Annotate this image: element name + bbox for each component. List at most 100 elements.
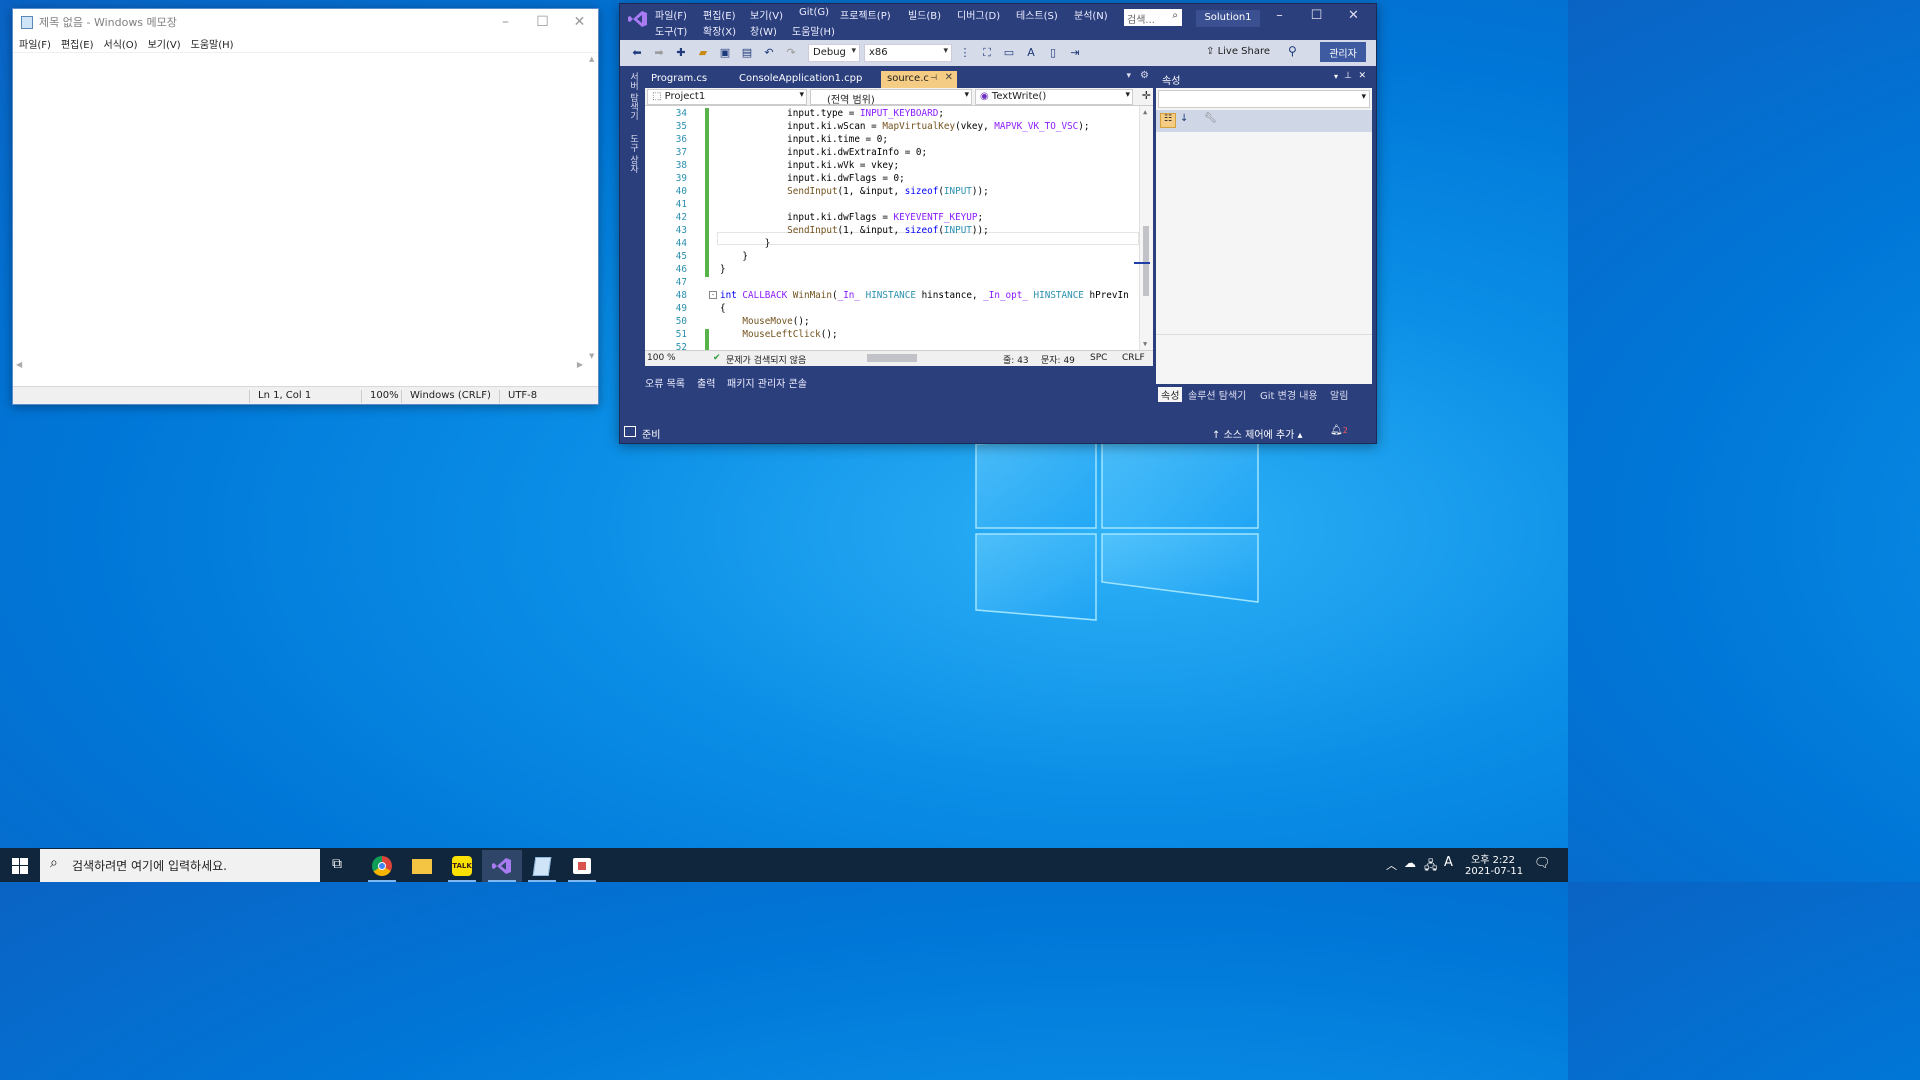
notification-bell-icon[interactable]: 🔔︎2 [1330,425,1348,436]
chrome-app[interactable] [362,850,402,882]
tab-error-list[interactable]: 오류 목록 [645,375,685,390]
taskbar-search-input[interactable]: ⌕ 검색하려면 여기에 입력하세요. [40,849,320,882]
member-dropdown[interactable]: ◉ TextWrite() [975,89,1133,105]
vs-menu-tools[interactable]: 도구(T) [655,23,687,38]
clock-date[interactable]: 2021-07-11 [1465,866,1523,877]
menu-format[interactable]: 서식(O) [104,36,138,51]
code-line[interactable]: 49 { [645,303,1139,316]
vs-menu-test[interactable]: 테스트(S) [1016,7,1058,22]
alphabetical-icon[interactable]: ↓ [1180,113,1188,124]
network-icon[interactable]: 🖧︎ [1424,856,1437,877]
menu-edit[interactable]: 편집(E) [61,36,94,51]
tab-program-cs[interactable]: Program.cs [645,71,713,88]
file-explorer-app[interactable] [402,850,442,882]
properties-object-dropdown[interactable]: ▾ [1158,90,1370,108]
code-line[interactable]: 50 MouseMove(); [645,316,1139,329]
editor-vertical-scrollbar[interactable]: ▲ ▼ [1134,106,1153,350]
tab-overflow-icon[interactable]: ▾ [1126,71,1131,81]
server-explorer-tab[interactable]: 서버 탐색기 [627,72,640,120]
format-icon[interactable]: A [1024,46,1038,60]
kakaotalk-app[interactable]: TALK [442,850,482,882]
ime-indicator[interactable]: A [1444,855,1453,870]
vs-menu-analyze[interactable]: 분석(N) [1074,7,1108,22]
code-line[interactable]: 42 input.ki.dwFlags = KEYEVENTF_KEYUP; [645,212,1139,225]
panel-close-icon[interactable]: ✕ [1358,71,1366,81]
configuration-dropdown[interactable]: Debug [808,44,860,62]
vertical-scrollbar[interactable]: ▲ ▼ [586,53,598,362]
back-icon[interactable]: ⬅ [630,46,644,60]
vs-menu-build[interactable]: 빌드(B) [908,7,941,22]
pin-icon[interactable]: ⊣ [930,73,937,82]
redo-icon[interactable]: ↷ [784,46,798,60]
code-line[interactable]: 41 [645,199,1139,212]
code-line[interactable]: 43 SendInput(1, &input, sizeof(INPUT)); [645,225,1139,238]
tray-chevron-icon[interactable]: ︿ [1386,857,1397,873]
scope-dropdown[interactable]: (전역 범위) [810,89,972,106]
vs-minimize-button[interactable]: – [1261,8,1298,23]
code-line[interactable]: 48 - int CALLBACK WinMain(_In_ HINSTANCE h… [645,290,1139,303]
tab-close-icon[interactable]: ✕ [945,72,953,83]
notepad-titlebar[interactable]: 제목 없음 - Windows 메모장 – ☐ ✕ [13,9,598,35]
code-line[interactable]: 51 MouseLeftClick(); [645,329,1139,342]
add-to-source-control-button[interactable]: ↑ 소스 제어에 추가 ▴ [1212,426,1303,441]
tab-notifications[interactable]: 알림 [1330,387,1348,402]
maximize-button[interactable]: ☐ [524,9,561,35]
task-view-icon[interactable]: ⧉ [332,856,342,872]
project-dropdown[interactable]: ⬚ Project1 [647,89,807,105]
tab-git-changes[interactable]: Git 변경 내용 [1260,387,1318,402]
save-all-icon[interactable]: ▤ [740,46,754,60]
vs-menu-git[interactable]: Git(G) [799,7,829,18]
collapse-icon[interactable]: - [709,291,717,299]
tab-settings-icon[interactable]: ⚙ [1140,70,1149,81]
code-line[interactable]: 45 } [645,251,1139,264]
code-line[interactable]: 38 input.ki.wVk = vkey; [645,160,1139,173]
menu-help[interactable]: 도움말(H) [191,36,234,51]
tab-package-manager-console[interactable]: 패키지 관리자 콘솔 [727,375,807,390]
clock-time[interactable]: 오후 2:22 [1471,851,1515,866]
toolbox-tab[interactable]: 도구 상자 [627,134,640,173]
tab-properties[interactable]: 속성 [1158,387,1183,402]
vs-menu-view[interactable]: 보기(V) [750,7,783,22]
code-line[interactable]: 40 SendInput(1, &input, sizeof(INPUT)); [645,186,1139,199]
code-line[interactable]: 46} [645,264,1139,277]
step-icon[interactable]: ⋮ [958,46,972,60]
minimize-button[interactable]: – [487,9,524,35]
vs-menu-project[interactable]: 프로젝트(P) [840,7,891,22]
vs-menu-extensions[interactable]: 확장(X) [703,23,736,38]
notepad-text-area[interactable]: ▲ ▼ ◀ ▶ [13,52,598,386]
tab-output[interactable]: 출력 [697,375,715,390]
start-button-icon[interactable] [12,858,28,874]
code-line[interactable]: 37 input.ki.dwExtraInfo = 0; [645,147,1139,160]
indent-icon[interactable]: ⇥ [1068,46,1082,60]
editor-zoom[interactable]: 100 % [647,353,676,363]
panel-menu-icon[interactable]: ▾ [1334,72,1338,81]
tab-source-c[interactable]: source.c ⊣ ✕ [881,71,957,88]
vs-menu-debug[interactable]: 디버그(D) [957,7,1000,22]
new-project-icon[interactable]: ✚ [674,46,688,60]
code-line[interactable]: 44 } [645,238,1139,251]
property-pages-icon[interactable]: 🔧︎ [1204,113,1217,124]
vs-menu-edit[interactable]: 편집(E) [703,7,736,22]
visual-studio-window[interactable]: 파일(F) 편집(E) 보기(V) Git(G) 프로젝트(P) 빌드(B) 디… [619,3,1377,444]
vs-close-button[interactable]: ✕ [1335,8,1372,23]
comment-icon[interactable]: ▭ [1002,46,1016,60]
categorized-icon[interactable]: ☷ [1160,113,1176,128]
vs-menu-file[interactable]: 파일(F) [655,7,687,22]
save-icon[interactable]: ▣ [718,46,732,60]
split-icon[interactable]: ✛ [1142,89,1151,102]
vs-titlebar[interactable]: 파일(F) 편집(E) 보기(V) Git(G) 프로젝트(P) 빌드(B) 디… [620,4,1376,40]
issues-status[interactable]: 문제가 검색되지 않음 [726,353,806,366]
code-line[interactable]: 34 input.type = INPUT_KEYBOARD; [645,108,1139,121]
feedback-icon[interactable]: ⚲ [1288,44,1297,58]
forward-icon[interactable]: ➡ [652,46,666,60]
code-line[interactable]: 47 [645,277,1139,290]
visual-studio-app[interactable] [482,850,522,882]
code-line[interactable]: 52 [645,342,1139,350]
tab-consoleapplication1-cpp[interactable]: ConsoleApplication1.cpp [733,71,868,88]
undo-icon[interactable]: ↶ [762,46,776,60]
vs-menu-help[interactable]: 도움말(H) [792,23,835,38]
menu-view[interactable]: 보기(V) [148,36,181,51]
bookmark-icon[interactable]: ▯ [1046,46,1060,60]
code-line[interactable]: 36 input.ki.time = 0; [645,134,1139,147]
action-center-icon[interactable]: 🗨︎ [1534,856,1551,871]
